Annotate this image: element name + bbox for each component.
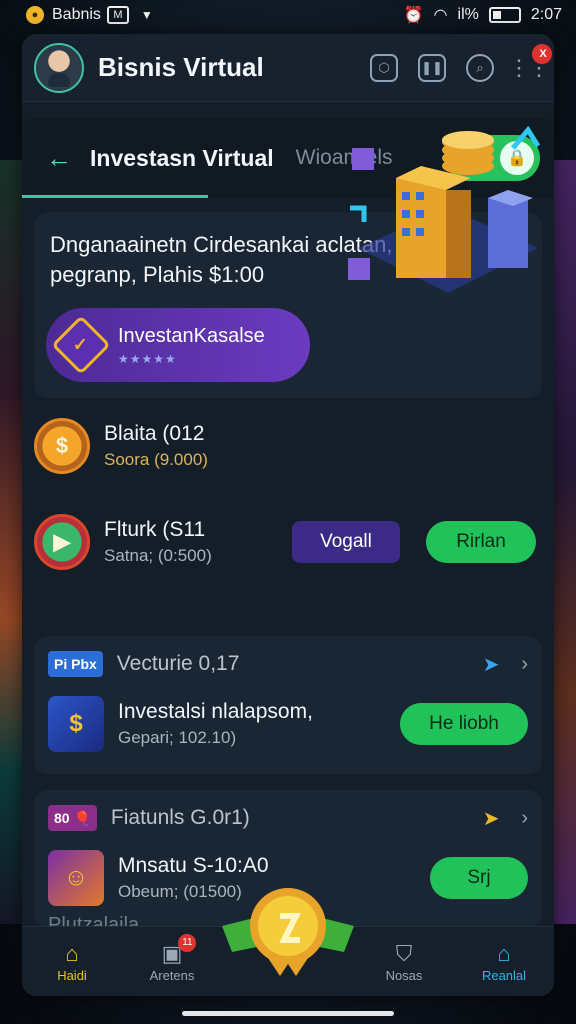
status-carrier: Babnis xyxy=(52,6,101,23)
nav-label: Nosas xyxy=(385,968,423,983)
city-coins-illustration xyxy=(348,125,541,293)
chevron-right-icon[interactable]: › xyxy=(521,653,528,676)
section-action-button[interactable]: He liobh xyxy=(400,703,528,745)
status-bar: ● Babnis M ▼ ⏰ ◠ il% 2:07 xyxy=(0,0,576,30)
notification-badge: X xyxy=(532,43,552,64)
signal-text: il% xyxy=(457,6,479,23)
nav-badge: 11 xyxy=(178,934,197,952)
chevron-down-icon: ▼ xyxy=(140,8,153,22)
search-icon[interactable]: ⌕ xyxy=(466,53,494,82)
menu-dots-icon[interactable]: ⋮⋮ X xyxy=(508,43,552,82)
list-item[interactable]: $ Blaita (012 Soora (9.000) xyxy=(34,418,542,474)
tab-investasi-virtual[interactable]: Investasn Virtual xyxy=(90,145,274,172)
item-title: Mnsatu S-10:A0 xyxy=(118,854,269,877)
send-arrow-icon: ➤ xyxy=(482,807,500,830)
coin-icon: $ xyxy=(34,418,90,474)
pill-title: InvestanKasalse xyxy=(118,324,265,347)
app-window: Bisnis Virtual ⬡ ❚❚ ⌕ ⋮⋮ X ← Investasn V… xyxy=(22,34,554,996)
item-title: Investalsi nlalapsom, xyxy=(118,700,313,723)
home-icon: ⌂ xyxy=(65,941,79,966)
page-title: Bisnis Virtual xyxy=(98,52,264,82)
nav-assets[interactable]: ▣ 11 Aretens xyxy=(122,934,222,983)
item-title: Blaita (012 xyxy=(104,422,205,445)
item-subtitle: Gepari; 102.10) xyxy=(118,728,237,747)
nav-profile[interactable]: ⌂ Reanlal xyxy=(454,940,554,983)
section-title: Fiatunls G.0r1) xyxy=(110,806,250,829)
section-tag: Pi Pbx xyxy=(48,651,103,677)
nav-label: Reanlal xyxy=(481,968,527,983)
home-indicator[interactable] xyxy=(182,1011,394,1016)
secondary-action-button[interactable]: Vogall xyxy=(292,521,400,563)
nav-label: Haidi xyxy=(57,968,87,983)
pause-icon[interactable]: ❚❚ xyxy=(418,53,446,82)
badge-check-icon: ✓ xyxy=(51,315,111,375)
section-action-button[interactable]: Srj xyxy=(430,857,528,899)
avatar[interactable] xyxy=(34,42,84,93)
nav-news[interactable]: ⛉ Nosas xyxy=(354,940,454,983)
send-arrow-icon: ➤ xyxy=(482,653,500,676)
investment-thumbnail: $ xyxy=(48,696,104,752)
battery-icon xyxy=(488,7,521,23)
item-subtitle: Soora (9.000) xyxy=(104,450,208,469)
play-coin-icon: ▶ xyxy=(34,514,90,570)
invest-pill-button[interactable]: ✓ InvestanKasalse ★★★★★ xyxy=(46,308,310,382)
header-actions: ⬡ ❚❚ ⌕ ⋮⋮ X xyxy=(370,43,552,82)
shield-icon: ⛉ xyxy=(395,941,413,966)
investment-list: $ Blaita (012 Soora (9.000) ▶ Flturk (S1… xyxy=(22,398,554,598)
status-time: 2:07 xyxy=(530,6,562,23)
item-title: Flturk (S11 xyxy=(104,518,206,541)
active-tab-indicator xyxy=(22,195,208,198)
status-right: ⏰ ◠ il% 2:07 xyxy=(404,5,562,25)
app-notification-icon: ● xyxy=(26,6,44,24)
section-card[interactable]: Pi Pbx Vecturie 0,17 ➤ › $ Investalsi nl… xyxy=(34,636,542,774)
shield-icon[interactable]: ⬡ xyxy=(370,53,398,82)
section-title: Vecturie 0,17 xyxy=(116,652,240,675)
medal-icon[interactable] xyxy=(222,886,354,976)
chevron-right-icon[interactable]: › xyxy=(521,807,528,830)
back-arrow-icon[interactable]: ← xyxy=(46,143,78,174)
nav-home[interactable]: ⌂ Haidi xyxy=(22,940,122,983)
nav-label: Aretens xyxy=(149,968,195,983)
wifi-icon: ◠ xyxy=(433,7,448,24)
status-app-icon: M xyxy=(106,6,129,24)
section-tag: 80 🎈 xyxy=(48,805,97,831)
game-thumbnail: ☺ xyxy=(48,850,104,906)
home-outline-icon: ⌂ xyxy=(497,941,511,966)
item-subtitle: Satna; (0:500) xyxy=(104,546,212,565)
primary-action-button[interactable]: Rirlan xyxy=(426,521,536,563)
box-icon: ▣ 11 xyxy=(162,934,197,968)
list-item[interactable]: ▶ Flturk (S11 Satna; (0:500) Vogall Rirl… xyxy=(34,514,542,570)
rating-stars: ★★★★★ xyxy=(118,351,177,366)
alarm-icon: ⏰ xyxy=(403,7,424,24)
header-bar: Bisnis Virtual ⬡ ❚❚ ⌕ ⋮⋮ X xyxy=(22,34,554,102)
